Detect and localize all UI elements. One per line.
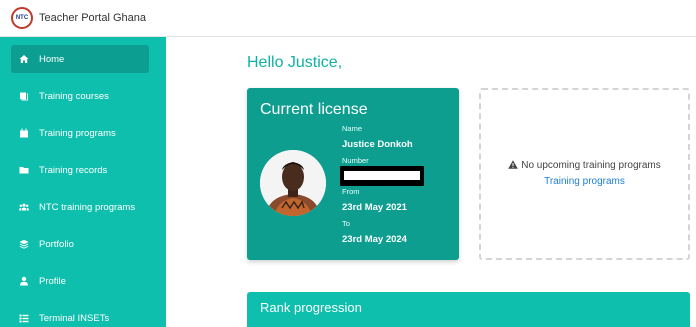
list-icon <box>18 312 30 324</box>
redaction-bar <box>344 171 420 180</box>
no-upcoming-text: No upcoming training programs <box>521 160 661 171</box>
users-icon <box>18 201 30 213</box>
home-icon <box>18 53 30 65</box>
sidebar-item-portfolio[interactable]: Portfolio <box>11 230 149 258</box>
folder-icon <box>18 164 30 176</box>
greeting: Hello Justice, <box>247 54 343 71</box>
name-label: Name <box>342 124 363 133</box>
sidebar-item-ntc-training-programs[interactable]: NTC training programs <box>11 193 149 221</box>
sidebar-item-label: Training programs <box>39 127 116 139</box>
sidebar-item-label: Home <box>39 53 65 65</box>
number-label: Number <box>342 156 369 165</box>
sidebar-item-label: Training courses <box>39 90 109 102</box>
from-label: From <box>342 187 360 196</box>
sidebar-item-label: Portfolio <box>39 238 74 250</box>
rank-progression-title: Rank progression <box>260 300 362 315</box>
ntc-logo[interactable]: NTC <box>11 7 33 29</box>
sidebar-item-label: Profile <box>39 275 66 287</box>
sidebar-item-home[interactable]: Home <box>11 45 149 73</box>
license-number-redacted <box>340 166 424 186</box>
sidebar-item-training-records[interactable]: Training records <box>11 156 149 184</box>
sidebar-item-training-courses[interactable]: Training courses <box>11 82 149 110</box>
training-programs-link[interactable]: Training programs <box>481 176 688 187</box>
sidebar-item-profile[interactable]: Profile <box>11 267 149 295</box>
layers-icon <box>18 238 30 250</box>
license-from-date: 23rd May 2021 <box>342 202 407 213</box>
sidebar-item-label: Terminal INSETs <box>39 312 110 324</box>
to-label: To <box>342 219 350 228</box>
sidebar-item-training-programs[interactable]: Training programs <box>11 119 149 147</box>
avatar <box>260 150 326 216</box>
license-title: Current license <box>260 101 368 118</box>
license-to-date: 23rd May 2024 <box>342 234 407 245</box>
top-bar: NTC Teacher Portal Ghana <box>0 0 696 37</box>
warning-icon <box>508 160 519 172</box>
sidebar-item-label: NTC training programs <box>39 201 136 213</box>
sidebar-item-label: Training records <box>39 164 108 176</box>
license-name: Justice Donkoh <box>342 139 413 150</box>
logo-text: NTC <box>15 15 29 21</box>
current-license-card: Current license Name Justice Donkoh Numb… <box>247 88 459 260</box>
app-title[interactable]: Teacher Portal Ghana <box>39 12 146 24</box>
sidebar-item-terminal-insets[interactable]: Terminal INSETs <box>11 304 149 327</box>
upcoming-message-row: No upcoming training programs <box>481 160 688 172</box>
rank-progression-card: Rank progression <box>247 292 690 327</box>
book-icon <box>18 90 30 102</box>
upcoming-programs-card: No upcoming training programs Training p… <box>479 88 690 260</box>
main-content: Hello Justice, Current license Name Just… <box>166 37 696 327</box>
sidebar: Home Training courses Training programs … <box>0 37 166 327</box>
user-icon <box>18 275 30 287</box>
calendar-icon <box>18 127 30 139</box>
